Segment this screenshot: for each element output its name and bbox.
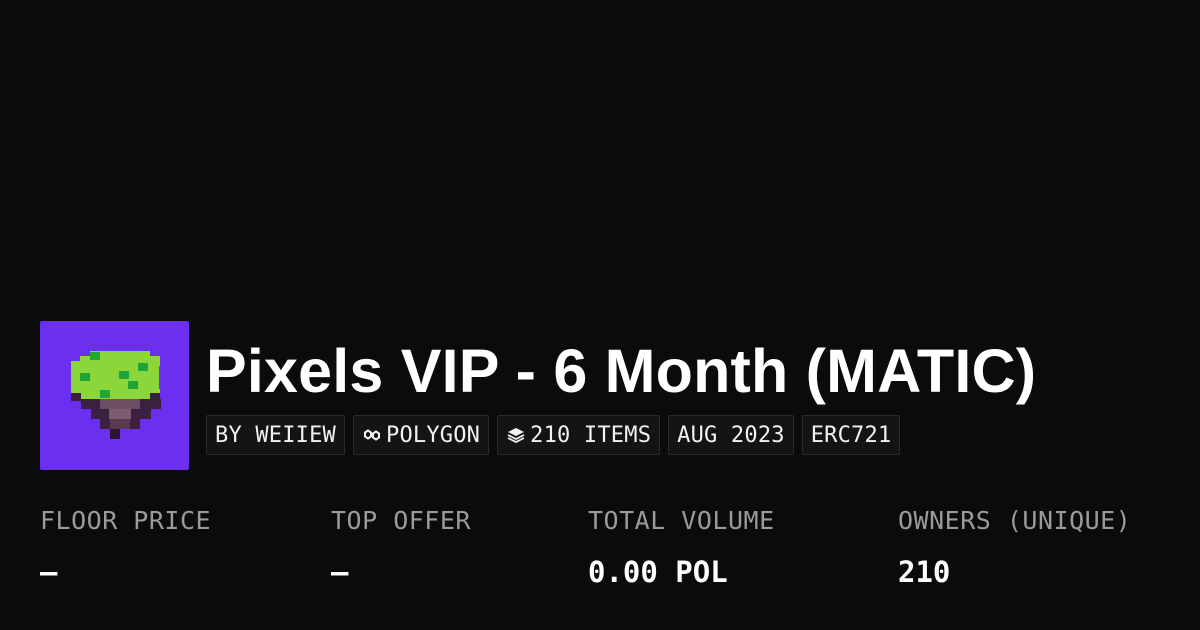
stat-label: TOTAL VOLUME <box>588 506 775 535</box>
stat-value: 210 <box>898 555 951 589</box>
layers-icon <box>506 425 526 445</box>
polygon-link-icon <box>362 425 382 445</box>
collection-title: Pixels VIP - 6 Month (MATIC) <box>206 337 1037 405</box>
chain-label: POLYGON <box>386 422 481 448</box>
stat-value: 0.00 POL <box>588 555 728 589</box>
creator-badge[interactable]: BY WEIIEW <box>206 415 346 455</box>
stat-value: – <box>40 555 58 589</box>
creator-label: BY WEIIEW <box>215 422 337 448</box>
standard-label: ERC721 <box>810 422 892 448</box>
items-label: 210 ITEMS <box>530 422 652 448</box>
items-badge: 210 ITEMS <box>497 415 661 455</box>
standard-badge: ERC721 <box>801 415 901 455</box>
collection-badges: BY WEIIEW POLYGON 210 ITEMS AUG 2023 ERC… <box>206 415 901 455</box>
stat-label: FLOOR PRICE <box>40 506 212 535</box>
stat-total-volume: TOTAL VOLUME 0.00 POL <box>588 504 775 589</box>
stat-owners: OWNERS (UNIQUE) 210 <box>898 504 1131 589</box>
collection-avatar <box>40 321 189 470</box>
stat-floor-price: FLOOR PRICE – <box>40 504 211 589</box>
stat-value: – <box>331 555 349 589</box>
date-badge: AUG 2023 <box>668 415 794 455</box>
date-label: AUG 2023 <box>677 422 785 448</box>
stat-label: TOP OFFER <box>331 506 471 535</box>
chain-badge[interactable]: POLYGON <box>353 415 490 455</box>
stat-label: OWNERS (UNIQUE) <box>898 506 1132 535</box>
collection-stats: FLOOR PRICE – TOP OFFER – TOTAL VOLUME 0… <box>0 504 1200 614</box>
pixel-floating-island-icon <box>40 321 189 470</box>
stat-top-offer: TOP OFFER – <box>331 504 471 589</box>
